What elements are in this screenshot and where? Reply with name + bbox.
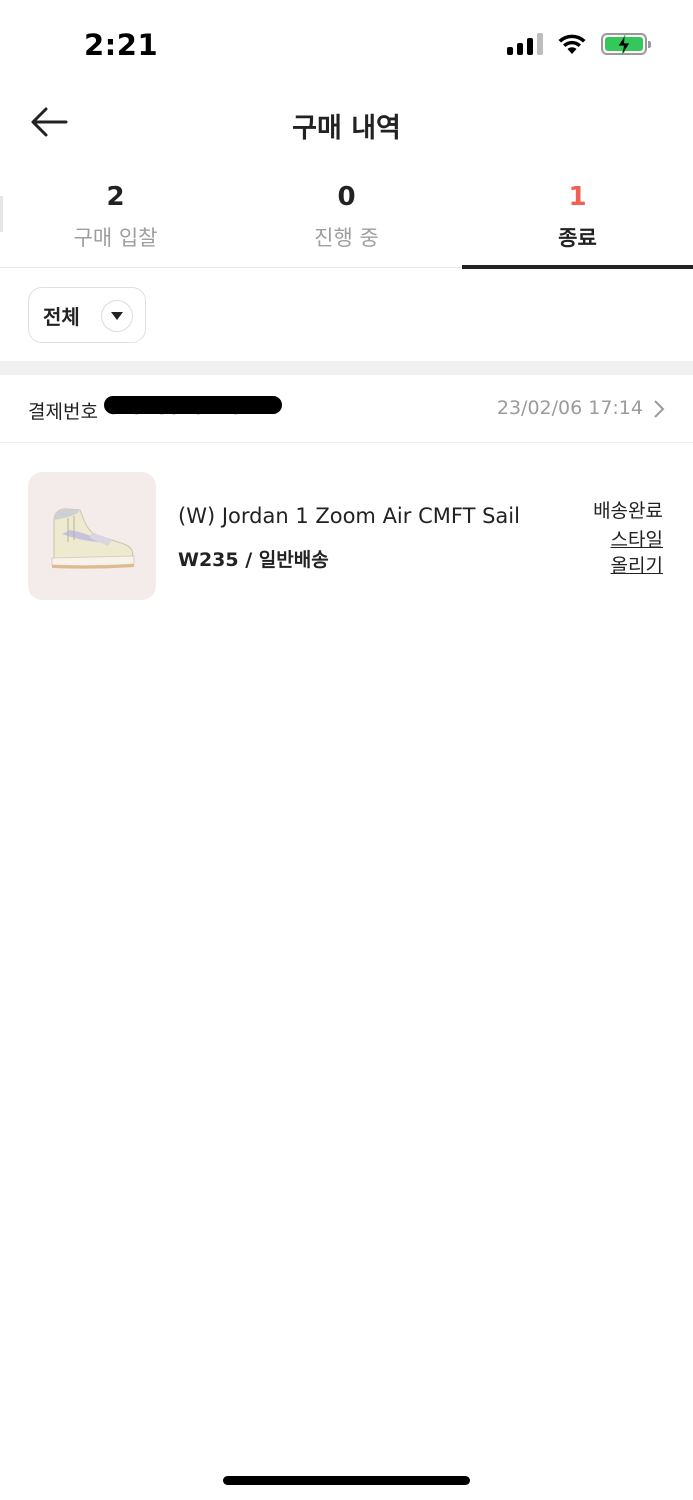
- order-header[interactable]: 결제번호 O-OR9519448 23/02/06 17:14: [0, 375, 693, 443]
- order-item[interactable]: (W) Jordan 1 Zoom Air CMFT Sail W235 / 일…: [0, 472, 693, 602]
- status-icons: [507, 33, 651, 56]
- order-number-label: 결제번호: [28, 401, 98, 423]
- tab-label: 구매 입찰: [73, 226, 158, 250]
- tab-label: 진행 중: [314, 226, 379, 250]
- filter-label: 전체: [43, 304, 80, 329]
- redaction-mark: [104, 396, 282, 414]
- delivery-status: 배송완료: [593, 500, 663, 522]
- status-bar: 2:21: [0, 0, 693, 92]
- home-indicator: [223, 1476, 470, 1485]
- product-name: (W) Jordan 1 Zoom Air CMFT Sail: [178, 504, 520, 528]
- tab-label: 종료: [558, 226, 597, 250]
- product-option: W235 / 일반배송: [178, 549, 329, 571]
- post-style-link[interactable]: 스타일 올리기: [593, 527, 663, 579]
- purchase-history-screen: 2:21 구매 내역 2 구매 입찰 0 진행 중 1 종료 전체 결제번호 2…: [0, 0, 693, 1500]
- tab-completed[interactable]: 1 종료: [462, 170, 693, 269]
- tab-count: 2: [106, 182, 125, 212]
- cellular-signal-icon: [507, 33, 543, 55]
- tab-count: 1: [568, 182, 587, 212]
- page-title: 구매 내역: [292, 113, 401, 144]
- chevron-right-icon: [653, 399, 665, 423]
- tab-bidding[interactable]: 2 구매 입찰: [0, 170, 231, 267]
- header: 구매 내역: [0, 92, 693, 156]
- wifi-icon: [558, 34, 586, 54]
- order-date: 23/02/06 17:14: [496, 397, 643, 419]
- tab-count: 0: [337, 182, 356, 212]
- product-image: [28, 472, 156, 600]
- filter-dropdown[interactable]: 전체: [28, 287, 146, 343]
- section-divider: [0, 361, 693, 375]
- tab-in-progress[interactable]: 0 진행 중: [231, 170, 462, 267]
- status-tabs: 2 구매 입찰 0 진행 중 1 종료: [0, 170, 693, 269]
- chevron-down-icon: [101, 300, 133, 332]
- battery-charging-icon: [601, 33, 651, 56]
- sneaker-image: [51, 508, 135, 569]
- status-time: 2:21: [84, 28, 159, 62]
